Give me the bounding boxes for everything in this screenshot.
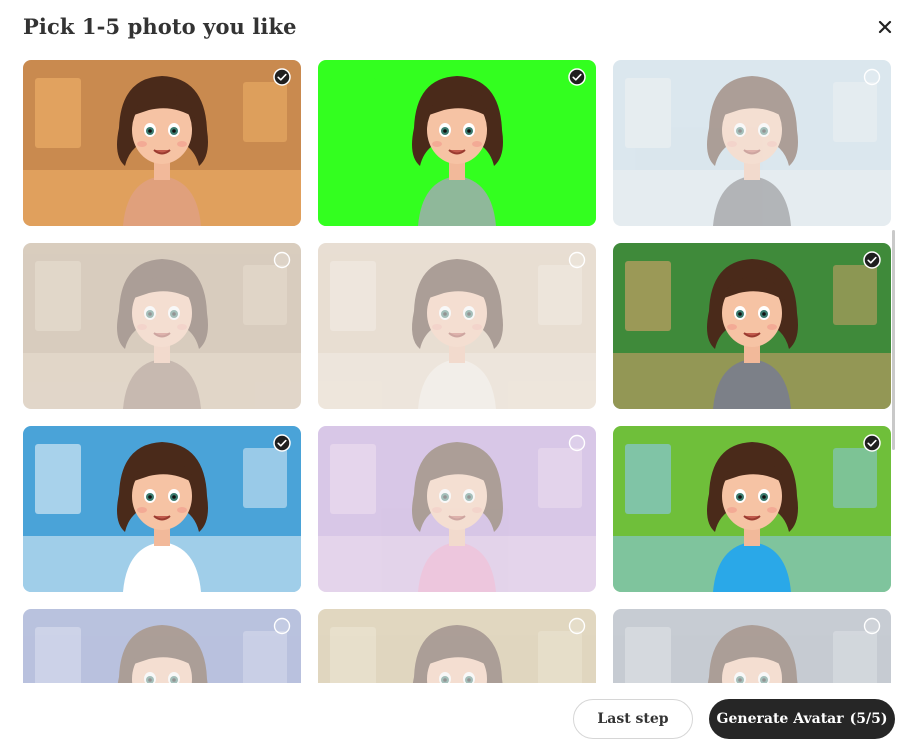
avatar-photo	[318, 60, 596, 226]
unchecked-circle-icon[interactable]	[568, 617, 586, 635]
last-step-button[interactable]: Last step	[573, 699, 693, 739]
avatar-photo	[613, 60, 891, 226]
dialog-title: Pick 1-5 photo you like	[23, 14, 297, 39]
photo-grid-scroll-area[interactable]	[0, 60, 918, 683]
avatar-photo	[613, 243, 891, 409]
photo-card-green-screen[interactable]	[318, 60, 596, 226]
unchecked-circle-icon[interactable]	[568, 251, 586, 269]
avatar-photo	[613, 426, 891, 592]
avatar-photo	[23, 426, 301, 592]
unchecked-circle-icon[interactable]	[273, 251, 291, 269]
selection-count: (5/5)	[849, 711, 888, 727]
close-icon[interactable]	[874, 16, 896, 38]
dialog-footer: Last step Generate Avatar (5/5)	[0, 683, 918, 752]
photo-card-mountain-lake[interactable]	[613, 426, 891, 592]
photo-card-spaceship[interactable]	[613, 609, 891, 683]
checked-circle-icon[interactable]	[863, 251, 881, 269]
photo-card-school-hallway[interactable]	[23, 243, 301, 409]
unchecked-circle-icon[interactable]	[863, 68, 881, 86]
avatar-photo	[613, 609, 891, 683]
generate-avatar-label: Generate Avatar	[716, 711, 844, 727]
checked-circle-icon[interactable]	[273, 434, 291, 452]
photo-grid	[23, 60, 891, 683]
checked-circle-icon[interactable]	[273, 68, 291, 86]
photo-card-doctor-office[interactable]	[23, 426, 301, 592]
unchecked-circle-icon[interactable]	[568, 434, 586, 452]
unchecked-circle-icon[interactable]	[863, 617, 881, 635]
unchecked-circle-icon[interactable]	[273, 617, 291, 635]
avatar-photo	[23, 609, 301, 683]
photo-card-tech-screen[interactable]	[23, 609, 301, 683]
avatar-photo	[23, 243, 301, 409]
avatar-photo	[318, 426, 596, 592]
photo-card-city-office[interactable]	[613, 60, 891, 226]
scrollbar[interactable]	[892, 230, 895, 450]
avatar-photo	[318, 243, 596, 409]
photo-card-wooden-fence[interactable]	[318, 609, 596, 683]
photo-card-bright-room[interactable]	[318, 243, 596, 409]
photo-card-cozy-living-room[interactable]	[23, 60, 301, 226]
checked-circle-icon[interactable]	[568, 68, 586, 86]
avatar-photo	[318, 609, 596, 683]
checked-circle-icon[interactable]	[863, 434, 881, 452]
avatar-photo	[23, 60, 301, 226]
generate-avatar-button[interactable]: Generate Avatar (5/5)	[709, 699, 895, 739]
photo-card-purple-room[interactable]	[318, 426, 596, 592]
photo-card-classroom[interactable]	[613, 243, 891, 409]
